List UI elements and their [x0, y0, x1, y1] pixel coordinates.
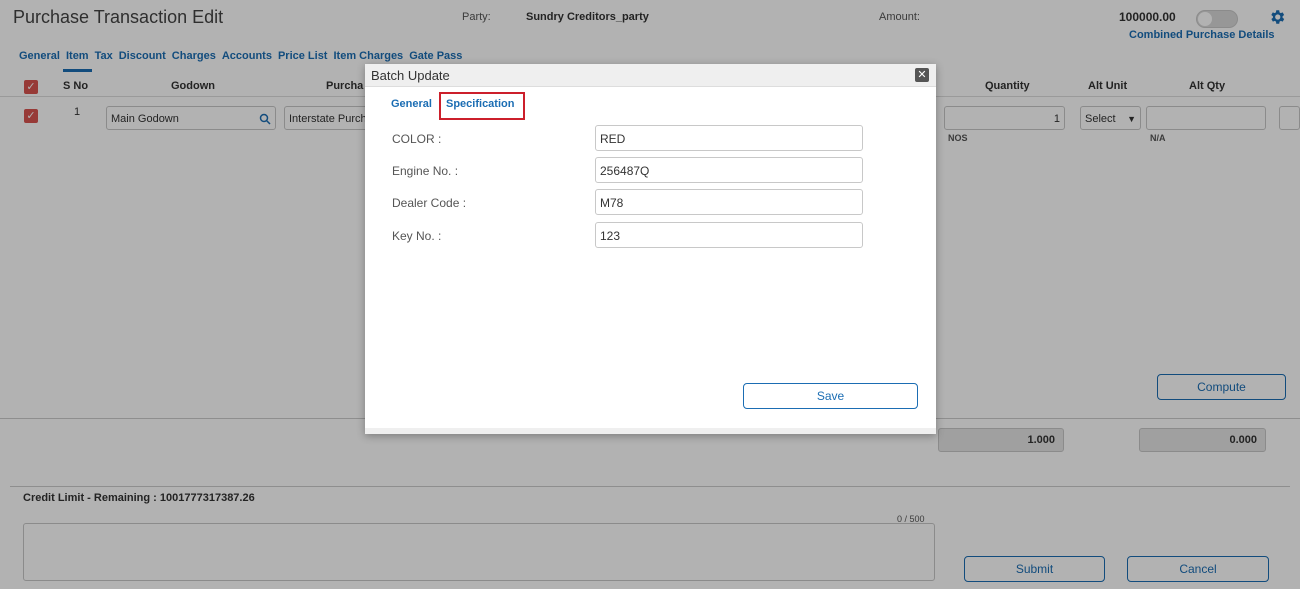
- batch-update-dialog: Batch Update ✕ General Specification COL…: [365, 64, 936, 434]
- close-icon[interactable]: ✕: [915, 68, 929, 82]
- key-no-field[interactable]: 123: [595, 222, 863, 248]
- save-button[interactable]: Save: [743, 383, 918, 409]
- engine-no-value: 256487Q: [600, 164, 650, 178]
- dialog-scrollbar[interactable]: [365, 428, 936, 434]
- key-no-label: Key No. :: [392, 229, 442, 243]
- dialog-title: Batch Update: [371, 68, 450, 83]
- dialog-header: Batch Update ✕: [365, 64, 936, 87]
- dialog-tab-general[interactable]: General: [391, 98, 432, 110]
- key-no-value: 123: [600, 229, 621, 243]
- color-field[interactable]: RED: [595, 125, 863, 151]
- dialog-tab-specification[interactable]: Specification: [446, 98, 514, 110]
- color-value: RED: [600, 132, 626, 146]
- dealer-code-field[interactable]: M78: [595, 189, 863, 215]
- color-label: COLOR :: [392, 132, 442, 146]
- dealer-code-label: Dealer Code :: [392, 196, 467, 210]
- dealer-code-value: M78: [600, 196, 624, 210]
- engine-no-label: Engine No. :: [392, 164, 459, 178]
- engine-no-field[interactable]: 256487Q: [595, 157, 863, 183]
